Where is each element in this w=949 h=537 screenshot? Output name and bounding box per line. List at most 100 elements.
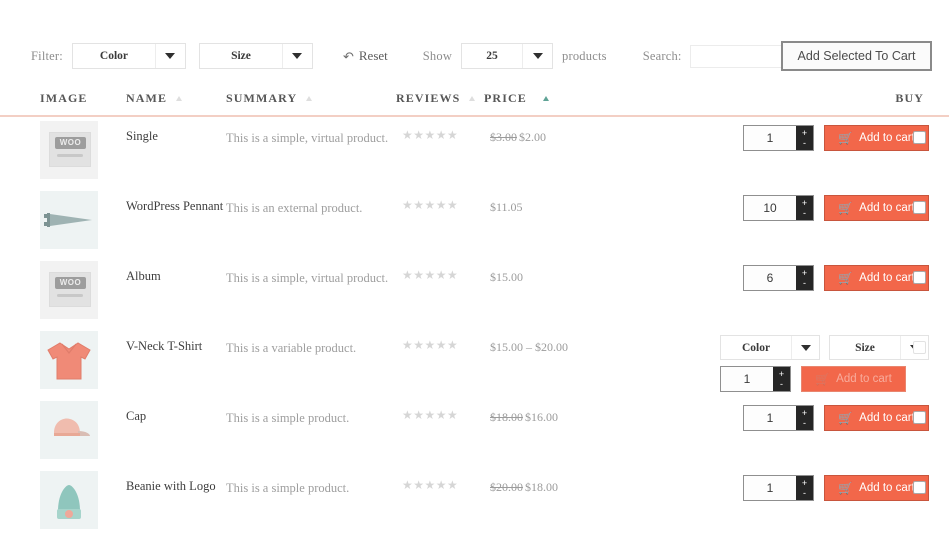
quantity-input[interactable]: 1 — [744, 476, 796, 500]
column-header-reviews[interactable]: REVIEWS — [396, 91, 484, 106]
quantity-input[interactable]: 1 — [721, 367, 773, 391]
cell-price: $15.00 – $20.00 — [490, 327, 580, 357]
quantity-stepper[interactable]: 1 + - — [743, 125, 814, 151]
add-selected-to-cart-button[interactable]: Add Selected To Cart — [781, 41, 932, 71]
quantity-increment-button[interactable]: + — [796, 266, 813, 278]
table-body: WOO Single This is a simple, virtual produ… — [0, 117, 949, 537]
variation-select-size-value: Size — [855, 341, 875, 354]
quantity-increment-button[interactable]: + — [796, 476, 813, 488]
column-header-price[interactable]: PRICE — [484, 90, 549, 106]
product-thumbnail-beanie[interactable] — [40, 471, 98, 529]
row-select-checkbox[interactable] — [913, 131, 926, 144]
table-row: V-Neck T-Shirt This is a variable product… — [0, 327, 949, 397]
product-name[interactable]: Beanie with Logo — [126, 479, 216, 493]
quantity-stepper[interactable]: 10 + - — [743, 195, 814, 221]
chevron-down-icon[interactable] — [154, 44, 185, 68]
quantity-stepper[interactable]: 6 + - — [743, 265, 814, 291]
sort-indicator-price-ascending[interactable] — [542, 95, 549, 101]
cell-summary: This is a simple product. — [226, 397, 396, 428]
show-entries-select[interactable]: 25 — [461, 43, 554, 69]
quantity-input[interactable]: 1 — [744, 406, 796, 430]
variation-select-color[interactable]: Color — [720, 335, 820, 360]
quantity-increment-button[interactable]: + — [773, 367, 790, 379]
chevron-down-icon[interactable] — [791, 336, 819, 359]
product-thumbnail-placeholder[interactable]: WOO — [40, 261, 98, 319]
cell-reviews: ★★★★★ — [396, 327, 490, 353]
column-header-name[interactable]: NAME — [126, 91, 226, 106]
quantity-decrement-button[interactable]: - — [796, 488, 813, 500]
cell-image — [40, 187, 102, 249]
product-name[interactable]: WordPress Pennant — [126, 199, 223, 213]
quantity-increment-button[interactable]: + — [796, 196, 813, 208]
product-name[interactable]: Single — [126, 129, 158, 143]
row-select-checkbox[interactable] — [913, 201, 926, 214]
product-thumbnail-placeholder[interactable]: WOO — [40, 121, 98, 179]
quantity-decrement-button[interactable]: - — [773, 379, 790, 391]
sort-indicator-summary[interactable] — [306, 95, 313, 101]
table-row: WordPress Pennant This is an external pro… — [0, 187, 949, 257]
cell-price: $3.00 $2.00 — [490, 117, 580, 147]
cell-reviews: ★★★★★ — [396, 397, 490, 423]
quantity-input[interactable]: 1 — [744, 126, 796, 150]
row-select-checkbox[interactable] — [913, 341, 926, 354]
quantity-increment-button[interactable]: + — [796, 126, 813, 138]
chevron-down-icon[interactable] — [281, 44, 312, 68]
product-summary: This is a variable product. — [226, 341, 357, 355]
cell-select — [893, 201, 926, 214]
product-thumbnail-cap[interactable] — [40, 401, 98, 459]
column-header-image: IMAGE — [40, 90, 88, 105]
current-price: $16.00 — [525, 410, 558, 424]
product-name[interactable]: Cap — [126, 409, 146, 423]
product-name[interactable]: V-Neck T-Shirt — [126, 339, 202, 353]
add-to-cart-button[interactable]: 🛒 Add to cart — [801, 366, 906, 392]
star-rating-icon: ★★★★★ — [402, 268, 459, 282]
products-label: products — [562, 48, 607, 63]
chevron-down-icon[interactable] — [522, 44, 552, 68]
filter-select-size[interactable]: Size — [198, 43, 313, 69]
quantity-stepper[interactable]: 1 + - — [743, 405, 814, 431]
search-label: Search: — [642, 48, 682, 63]
product-thumbnail-pennant[interactable] — [40, 191, 98, 249]
quantity-stepper[interactable]: 1 + - — [720, 366, 791, 392]
star-rating-icon: ★★★★★ — [402, 128, 459, 142]
cell-select — [893, 411, 926, 424]
cell-image: WOO — [40, 257, 102, 319]
column-header-name-label: NAME — [126, 90, 168, 105]
variation-select-color-value: Color — [741, 341, 771, 354]
star-rating-icon: ★★★★★ — [402, 478, 459, 492]
quantity-increment-button[interactable]: + — [796, 406, 813, 418]
quantity-decrement-button[interactable]: - — [796, 278, 813, 290]
cell-price: $11.05 — [490, 187, 580, 217]
quantity-stepper[interactable]: 1 + - — [743, 475, 814, 501]
quantity-decrement-button[interactable]: - — [796, 138, 813, 150]
original-price: $3.00 — [490, 130, 517, 144]
cell-price: $15.00 — [490, 257, 580, 287]
cell-reviews: ★★★★★ — [396, 117, 490, 143]
column-header-price-label: PRICE — [484, 90, 527, 105]
filter-select-color-value: Color — [99, 50, 129, 62]
show-entries-value: 25 — [486, 50, 498, 62]
quantity-step-buttons: + - — [773, 367, 790, 391]
product-thumbnail-tshirt[interactable] — [40, 331, 98, 389]
quantity-input[interactable]: 6 — [744, 266, 796, 290]
star-rating-icon: ★★★★★ — [402, 408, 459, 422]
shopping-cart-icon: 🛒 — [838, 271, 854, 285]
column-header-summary[interactable]: SUMMARY — [226, 91, 396, 106]
original-price: $18.00 — [490, 410, 523, 424]
cell-image: WOO — [40, 117, 102, 179]
product-name[interactable]: Album — [126, 269, 161, 283]
filter-select-color[interactable]: Color — [71, 43, 186, 69]
quantity-input[interactable]: 10 — [744, 196, 796, 220]
sort-indicator-reviews[interactable] — [469, 95, 476, 101]
row-select-checkbox[interactable] — [913, 271, 926, 284]
reset-button[interactable]: ↷ Reset — [343, 48, 388, 64]
quantity-decrement-button[interactable]: - — [796, 418, 813, 430]
column-header-reviews-label: REVIEWS — [396, 90, 461, 105]
row-select-checkbox[interactable] — [913, 411, 926, 424]
sort-indicator-name[interactable] — [176, 95, 183, 101]
product-table: IMAGE NAME SUMMARY REVIEWS PRICE BUY WOO… — [0, 84, 949, 537]
quantity-decrement-button[interactable]: - — [796, 208, 813, 220]
row-select-checkbox[interactable] — [913, 481, 926, 494]
cell-summary: This is a simple, virtual product. — [226, 257, 396, 288]
cell-name: Single — [126, 117, 226, 145]
